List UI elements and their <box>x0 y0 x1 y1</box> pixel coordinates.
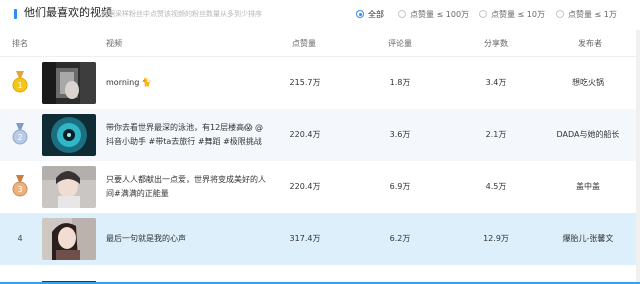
gold-medal-icon: 1 <box>12 71 28 93</box>
filter-all-radio[interactable]: 全部 <box>356 7 384 21</box>
likes-value: 317.4万 <box>289 234 321 243</box>
video-title-line-1[interactable]: 带你去看世界最深的泳池，有12层楼高😱 @ <box>106 122 263 134</box>
radio-icon <box>556 10 564 18</box>
shares-value: 2.1万 <box>485 130 507 139</box>
column-header-rank: 排名 <box>12 39 28 48</box>
table-header: 排名 视频 点赞量 评论量 分享数 发布者 <box>0 30 640 56</box>
shares-value: 4.5万 <box>485 182 507 191</box>
shares-value: 3.4万 <box>485 78 507 87</box>
table-row[interactable]: 3 只要人人都献出一点爱，世界将变成美好的人 间#满满的正能量 220.4万 6… <box>0 161 640 213</box>
svg-text:1: 1 <box>17 81 22 90</box>
comments-value: 6.9万 <box>389 182 411 191</box>
filter-label: 点赞量 ≤ 1万 <box>568 9 617 19</box>
table-row[interactable]: 2 带你去看世界最深的泳池，有12层楼高😱 @ 抖音小助手 #带ta去旅行 #舞… <box>0 109 640 161</box>
silver-medal-icon: 2 <box>12 123 28 145</box>
author-name[interactable]: 爆胎儿-张馨文 <box>540 233 636 244</box>
author-name[interactable]: 想吃火锅 <box>540 77 636 88</box>
filter-le-100w-radio[interactable]: 点赞量 ≤ 100万 <box>398 7 469 21</box>
video-thumbnail[interactable] <box>42 166 96 208</box>
radio-icon <box>398 10 406 18</box>
radio-icon <box>479 10 487 18</box>
column-header-shares[interactable]: 分享数 <box>484 38 508 49</box>
column-header-comments[interactable]: 评论量 <box>388 38 412 49</box>
filter-le-1w-radio[interactable]: 点赞量 ≤ 1万 <box>556 7 617 21</box>
filter-le-10w-radio[interactable]: 点赞量 ≤ 10万 <box>479 7 545 21</box>
author-name[interactable]: 盖中盖 <box>540 181 636 192</box>
video-title-line-2[interactable]: 间#满满的正能量 <box>106 188 169 200</box>
likes-value: 215.7万 <box>289 78 321 87</box>
video-title-line-2[interactable]: 抖音小助手 #带ta去旅行 #舞蹈 #极限挑战 <box>106 136 262 148</box>
filter-label: 点赞量 ≤ 100万 <box>410 9 470 19</box>
comments-value: 1.8万 <box>389 78 411 87</box>
table-row[interactable]: 4 最后一句就是我的心声 317.4万 6.2万 12.9万 爆胎儿-张馨文 <box>0 213 640 265</box>
video-title-line-1[interactable]: 只要人人都献出一点爱，世界将变成美好的人 <box>106 174 266 186</box>
vertical-scrollbar[interactable] <box>636 30 640 284</box>
column-header-likes[interactable]: 点赞量 <box>292 38 316 49</box>
column-header-video: 视频 <box>106 39 122 48</box>
author-name[interactable]: DADA与她的船长 <box>540 129 636 140</box>
comments-value: 3.6万 <box>389 130 411 139</box>
shares-value: 12.9万 <box>483 234 509 243</box>
video-title[interactable]: 最后一句就是我的心声 <box>106 233 186 245</box>
video-thumbnail[interactable] <box>42 62 96 104</box>
favorite-videos-panel: 他们最喜欢的视频 根据采样粉丝中点赞该视频的粉丝数量从多到少排序 全部 点赞量 … <box>0 0 640 284</box>
comments-value: 6.2万 <box>389 234 411 243</box>
likes-value: 220.4万 <box>289 182 321 191</box>
filter-label: 全部 <box>368 9 384 19</box>
video-title[interactable]: morning 🐈 <box>106 77 152 89</box>
table-row[interactable]: 1 morning 🐈 215.7万 1.8万 3.4万 想吃火锅 <box>0 57 640 109</box>
video-thumbnail[interactable] <box>42 218 96 260</box>
column-header-author: 发布者 <box>578 39 602 48</box>
video-thumbnail[interactable] <box>42 114 96 156</box>
filter-label: 点赞量 ≤ 10万 <box>491 9 545 19</box>
svg-text:2: 2 <box>17 133 22 142</box>
likes-value: 220.4万 <box>289 130 321 139</box>
rank-number: 4 <box>17 234 23 243</box>
bronze-medal-icon: 3 <box>12 175 28 197</box>
svg-text:3: 3 <box>17 185 22 194</box>
like-filter-group: 全部 点赞量 ≤ 100万 点赞量 ≤ 10万 点赞量 ≤ 1万 <box>0 7 640 21</box>
radio-icon <box>356 10 364 18</box>
